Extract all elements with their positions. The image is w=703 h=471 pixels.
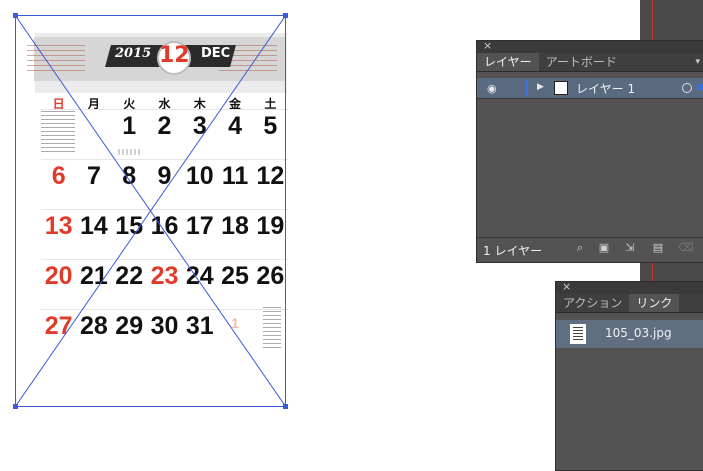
selection-indicator[interactable] <box>697 84 703 90</box>
panel-titlebar[interactable]: × <box>477 39 703 53</box>
link-row[interactable]: 105_03.jpg <box>556 320 703 348</box>
links-panel: × アクション リンク 105_03.jpg <box>555 280 703 471</box>
bounding-box <box>15 15 286 407</box>
link-thumbnail <box>570 324 586 344</box>
tab-layers[interactable]: レイヤー <box>477 53 539 71</box>
layers-panel: × レイヤー アートボード ▾ ◉ ▶ レイヤー 1 1 レイヤー ⌕ ▣ ⇲ … <box>476 39 703 263</box>
layer-row[interactable]: ◉ ▶ レイヤー 1 <box>477 78 703 99</box>
trash-icon[interactable]: ⌫ <box>678 242 694 254</box>
layer-thumbnail <box>554 81 568 95</box>
panel-tabs: レイヤー アートボード ▾ <box>477 53 703 72</box>
placed-image[interactable]: 2015 DEC 12 日 月 火 水 木 金 土 1 2 3 4 5 6 7 … <box>13 13 288 409</box>
link-file-name[interactable]: 105_03.jpg <box>605 326 672 340</box>
make-clipping-mask-icon[interactable]: ▣ <box>598 242 610 254</box>
handle-bottom-right[interactable] <box>283 404 288 409</box>
expand-arrow-icon[interactable]: ▶ <box>537 82 544 92</box>
panel-tabs: アクション リンク <box>556 294 703 313</box>
close-icon[interactable]: × <box>562 280 571 293</box>
tab-artboards[interactable]: アートボード <box>539 53 624 71</box>
layer-name[interactable]: レイヤー 1 <box>576 80 635 97</box>
panel-menu-icon[interactable]: ▾ <box>695 53 700 71</box>
handle-top-right[interactable] <box>283 13 288 18</box>
close-icon[interactable]: × <box>483 39 492 52</box>
new-layer-icon[interactable]: ▤ <box>652 242 664 254</box>
search-icon[interactable]: ⌕ <box>574 242 586 254</box>
handle-bottom-left[interactable] <box>13 404 18 409</box>
tab-actions[interactable]: アクション <box>556 294 629 312</box>
layer-color-swatch <box>525 80 528 96</box>
layer-count: 1 レイヤー <box>483 244 543 258</box>
eye-icon[interactable]: ◉ <box>487 82 497 95</box>
handle-top-left[interactable] <box>13 13 18 18</box>
target-icon[interactable] <box>682 83 692 93</box>
panel-footer: 1 レイヤー ⌕ ▣ ⇲ ▤ ⌫ <box>477 237 703 262</box>
new-sublayer-icon[interactable]: ⇲ <box>624 242 636 254</box>
tab-links[interactable]: リンク <box>629 294 680 312</box>
panel-titlebar[interactable]: × <box>556 280 703 294</box>
